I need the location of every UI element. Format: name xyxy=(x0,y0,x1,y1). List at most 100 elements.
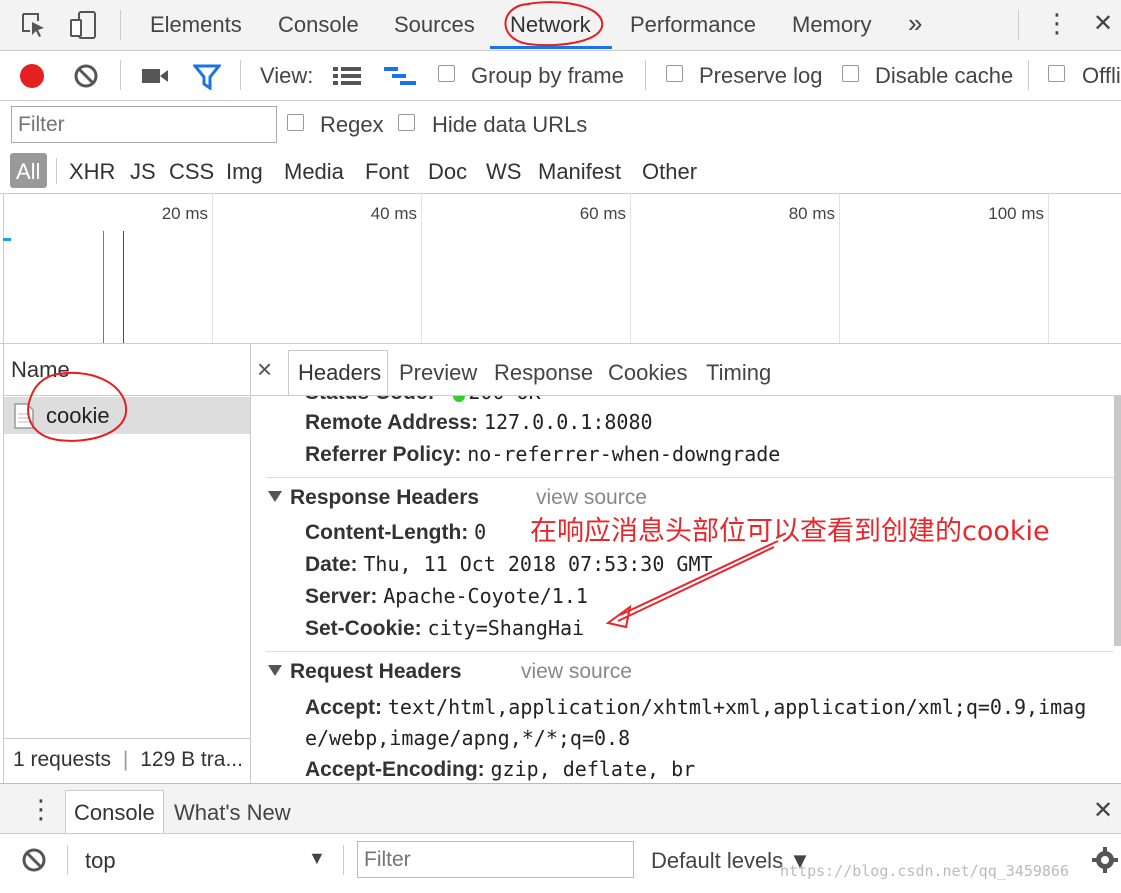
view-label: View: xyxy=(260,63,314,88)
tab-cookies[interactable]: Cookies xyxy=(608,360,687,386)
transferred-size: 129 B tra... xyxy=(140,748,243,771)
close-devtools-icon[interactable]: ✕ xyxy=(1093,9,1113,38)
request-view-source-link[interactable]: view source xyxy=(521,660,632,684)
type-filter-ws[interactable]: WS xyxy=(486,159,521,185)
regex-checkbox[interactable] xyxy=(287,114,304,131)
large-rows-icon[interactable] xyxy=(333,66,361,86)
timeline-tick-60ms: 60 ms xyxy=(579,204,626,223)
tab-performance[interactable]: Performance xyxy=(630,12,756,38)
tab-headers-label: Headers xyxy=(298,360,382,385)
console-settings-gear-icon[interactable] xyxy=(1091,846,1119,874)
drawer-tab-console-label: Console xyxy=(74,800,155,825)
waterfall-overview-icon[interactable] xyxy=(384,66,416,88)
header-key: Accept-Encoding: xyxy=(305,758,485,781)
inspect-element-icon[interactable] xyxy=(20,11,48,39)
header-key: Referrer Policy: xyxy=(305,443,462,466)
header-value[interactable]: no-referrer-when-downgrade xyxy=(467,442,780,466)
tab-console[interactable]: Console xyxy=(278,12,359,38)
drawer-close-icon[interactable]: ✕ xyxy=(1093,796,1113,825)
drawer-menu-icon[interactable]: ⋮ xyxy=(28,794,54,825)
header-key: Set-Cookie: xyxy=(305,617,422,640)
header-value[interactable]: e/webp,image/apng,*/*;q=0.8 xyxy=(305,726,630,750)
requests-summary: 1 requests | 129 B tra... xyxy=(13,748,243,771)
tab-response[interactable]: Response xyxy=(494,360,593,386)
request-headers-title: Request Headers xyxy=(290,660,462,683)
header-value[interactable]: 127.0.0.1:8080 xyxy=(484,410,653,434)
header-value[interactable]: 0 xyxy=(474,520,486,544)
network-annotation-circle xyxy=(504,1,604,47)
capture-screenshots-icon[interactable] xyxy=(141,66,169,86)
offline-label: Offli xyxy=(1082,63,1121,88)
type-filter-manifest[interactable]: Manifest xyxy=(538,159,621,185)
header-set-cookie: Set-Cookie: city=ShangHai xyxy=(305,616,584,641)
hide-data-urls-checkbox[interactable] xyxy=(398,114,415,131)
clear-icon[interactable] xyxy=(73,63,99,89)
tab-elements[interactable]: Elements xyxy=(150,12,242,38)
preserve-log-label: Preserve log xyxy=(699,63,823,88)
group-by-frame-checkbox[interactable] xyxy=(438,65,455,82)
header-key: Date: xyxy=(305,553,358,576)
type-filter-js[interactable]: JS xyxy=(130,159,156,185)
timeline-tick-100ms: 100 ms xyxy=(988,204,1044,223)
context-selector[interactable]: top xyxy=(85,848,116,874)
filter-input[interactable] xyxy=(11,106,277,143)
type-filter-xhr[interactable]: XHR xyxy=(69,159,115,185)
status-code-value: 200 OK xyxy=(468,396,540,404)
annotation-arrow xyxy=(605,540,779,629)
header-content-length: Content-Length: 0 xyxy=(305,520,486,545)
header-remote-address: Remote Address: 127.0.0.1:8080 xyxy=(305,410,653,435)
timeline-domcontentloaded-marker xyxy=(123,231,124,343)
type-filter-font[interactable]: Font xyxy=(365,159,409,185)
clear-console-icon[interactable] xyxy=(21,847,47,873)
type-filter-all-label: All xyxy=(16,159,41,184)
header-value[interactable]: text/html,application/xhtml+xml,applicat… xyxy=(388,695,1086,719)
timeline-load-marker xyxy=(103,231,104,343)
request-headers-toggle[interactable]: Request Headers xyxy=(268,660,462,684)
regex-label: Regex xyxy=(320,112,384,137)
kebab-menu-icon[interactable]: ⋮ xyxy=(1044,8,1070,39)
filter-icon[interactable] xyxy=(193,64,221,90)
header-value[interactable]: Apache-Coyote/1.1 xyxy=(383,584,588,608)
header-accept: Accept: text/html,application/xhtml+xml,… xyxy=(305,695,1086,720)
drawer-tabbar xyxy=(0,784,1121,833)
device-toolbar-icon[interactable] xyxy=(69,10,99,40)
offline-checkbox[interactable] xyxy=(1048,65,1065,82)
header-key: Server: xyxy=(305,585,378,608)
tab-sources[interactable]: Sources xyxy=(394,12,475,38)
cookie-annotation-circle xyxy=(27,371,128,442)
header-server: Server: Apache-Coyote/1.1 xyxy=(305,584,588,609)
tab-timing[interactable]: Timing xyxy=(706,360,771,386)
disable-cache-checkbox[interactable] xyxy=(842,65,859,82)
group-by-frame-label: Group by frame xyxy=(471,63,624,88)
header-key: Remote Address: xyxy=(305,411,479,434)
header-key: Content-Length: xyxy=(305,521,469,544)
header-value[interactable]: city=ShangHai xyxy=(428,616,585,640)
timeline-tick-80ms: 80 ms xyxy=(788,204,835,223)
header-value[interactable]: gzip, deflate, br xyxy=(491,757,696,781)
header-accept-encoding: Accept-Encoding: gzip, deflate, br xyxy=(305,757,695,782)
console-filter-input[interactable] xyxy=(357,841,634,878)
response-view-source-link[interactable]: view source xyxy=(536,486,647,510)
tab-memory[interactable]: Memory xyxy=(792,12,871,38)
type-filter-media[interactable]: Media xyxy=(284,159,344,185)
close-detail-icon[interactable]: × xyxy=(257,354,272,385)
context-dropdown-icon[interactable]: ▼ xyxy=(308,848,326,869)
request-count: 1 requests xyxy=(13,748,112,771)
expand-triangle-icon xyxy=(268,665,282,676)
tab-preview[interactable]: Preview xyxy=(399,360,477,386)
response-headers-toggle[interactable]: Response Headers xyxy=(268,486,479,510)
drawer-tab-whats-new[interactable]: What's New xyxy=(174,800,291,826)
status-code-key: Status Code: xyxy=(305,396,435,404)
more-tabs-icon[interactable]: » xyxy=(908,8,922,39)
detail-scrollbar[interactable] xyxy=(1114,396,1121,646)
type-filter-css[interactable]: CSS xyxy=(169,159,214,185)
type-filter-other[interactable]: Other xyxy=(642,159,697,185)
response-headers-title: Response Headers xyxy=(290,486,480,509)
preserve-log-checkbox[interactable] xyxy=(666,65,683,82)
watermark: https://blog.csdn.net/qq_3459866 xyxy=(780,862,1069,880)
type-filter-img[interactable]: Img xyxy=(226,159,263,185)
type-filter-doc[interactable]: Doc xyxy=(428,159,467,185)
expand-triangle-icon xyxy=(268,491,282,502)
hide-data-urls-label: Hide data URLs xyxy=(432,112,588,137)
record-icon[interactable] xyxy=(20,64,44,88)
